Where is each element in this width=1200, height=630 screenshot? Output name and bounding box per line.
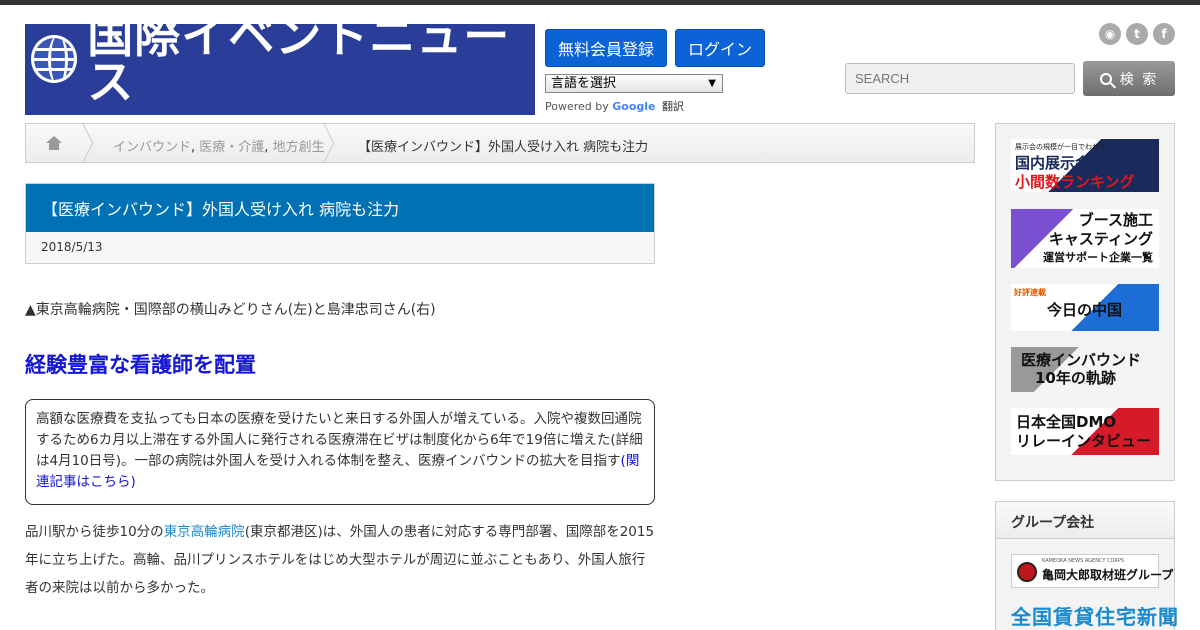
breadcrumb-category[interactable]: インバウンド (113, 140, 191, 155)
breadcrumb: インバウンド, 医療・介護, 地方創生 【医療インバウンド】外国人受け入れ 病院… (25, 123, 975, 163)
google-logo: Google (612, 100, 656, 113)
sidebar-banners: 展示会の規模が一目でわかる 国内展示会 小間数ランキング ブース施工 キャスティン… (995, 123, 1175, 481)
breadcrumb-categories: インバウンド, 医療・介護, 地方創生 (113, 140, 325, 155)
dropdown-arrow-icon: ▼ (708, 78, 716, 89)
banner-medical-inbound[interactable]: 医療インバウンド 10年の軌跡 (1011, 347, 1159, 392)
group-title: グループ会社 (996, 502, 1174, 539)
globe-icon (31, 34, 78, 83)
language-select-label: 言語を選択 (551, 76, 617, 91)
google-translate-credit: Powered by Google 翻訳 (545, 100, 685, 113)
logo-title: 国際イベントニュース (87, 8, 511, 109)
summary-text: 高額な医療費を支払っても日本の医療を受けたいと来日する外国人が増えている。入院や… (36, 411, 643, 469)
summary-box: 高額な医療費を支払っても日本の医療を受けたいと来日する外国人が増えている。入院や… (25, 399, 655, 505)
breadcrumb-current: 【医療インバウンド】外国人受け入れ 病院も注力 (358, 140, 649, 155)
translate-link[interactable]: 翻訳 (662, 100, 684, 113)
banner-dmo-interview[interactable]: 日本全国DMO リレーインタビュー (1011, 408, 1159, 455)
group-companies: グループ会社 KAMEOKA NEWS AGENCY CORPS 亀岡大郎取材班… (995, 501, 1178, 630)
breadcrumb-category[interactable]: 地方創生 (273, 140, 325, 155)
twitter-icon[interactable]: t (1126, 23, 1148, 45)
rss-icon[interactable]: ◉ (1099, 23, 1121, 45)
register-button[interactable]: 無料会員登録 (545, 29, 667, 67)
breadcrumb-separator (82, 123, 94, 163)
home-icon[interactable] (46, 136, 62, 150)
photo-caption: ▲東京高輪病院・国際部の横山みどりさん(左)と島津忠司さん(右) (25, 302, 436, 318)
article-title: 【医療インバウンド】外国人受け入れ 病院も注力 (26, 184, 654, 232)
breadcrumb-separator (323, 123, 335, 163)
search-icon (1099, 72, 1112, 85)
article-body: 品川駅から徒歩10分の東京高輪病院(東京都港区)は、外国人の患者に対応する専門部… (25, 524, 655, 596)
login-button[interactable]: ログイン (675, 29, 765, 67)
kameoka-emblem-icon (1017, 562, 1037, 582)
facebook-icon[interactable]: f (1153, 23, 1175, 45)
breadcrumb-category[interactable]: 医療・介護 (199, 140, 264, 155)
section-heading: 経験豊富な看護師を配置 (25, 353, 256, 377)
search-button-label: 検 索 (1119, 71, 1159, 88)
search-button[interactable]: 検 索 (1083, 61, 1175, 96)
banner-exhibition-ranking[interactable]: 展示会の規模が一目でわかる 国内展示会 小間数ランキング (1011, 139, 1159, 192)
article-header: 【医療インバウンド】外国人受け入れ 病院も注力 2018/5/13 (25, 183, 655, 264)
site-logo[interactable]: 国際イベントニュース The International Events News (25, 13, 535, 127)
search-input[interactable] (845, 63, 1075, 94)
language-select[interactable]: 言語を選択 ▼ (545, 74, 723, 93)
banner-china-today[interactable]: 好評連載 今日の中国 (1011, 284, 1159, 331)
group-logo-kameoka[interactable]: KAMEOKA NEWS AGENCY CORPS 亀岡大郎取材班グループ (1011, 554, 1173, 588)
top-bar (0, 0, 1200, 5)
banner-booth-casting[interactable]: ブース施工 キャスティング 運営サポート企業一覧 (1011, 209, 1159, 268)
group-logo-rental-news[interactable]: 全国賃貸住宅新聞 (1011, 601, 1179, 630)
article-date: 2018/5/13 (26, 232, 654, 263)
hospital-link[interactable]: 東京高輪病院 (164, 524, 245, 540)
